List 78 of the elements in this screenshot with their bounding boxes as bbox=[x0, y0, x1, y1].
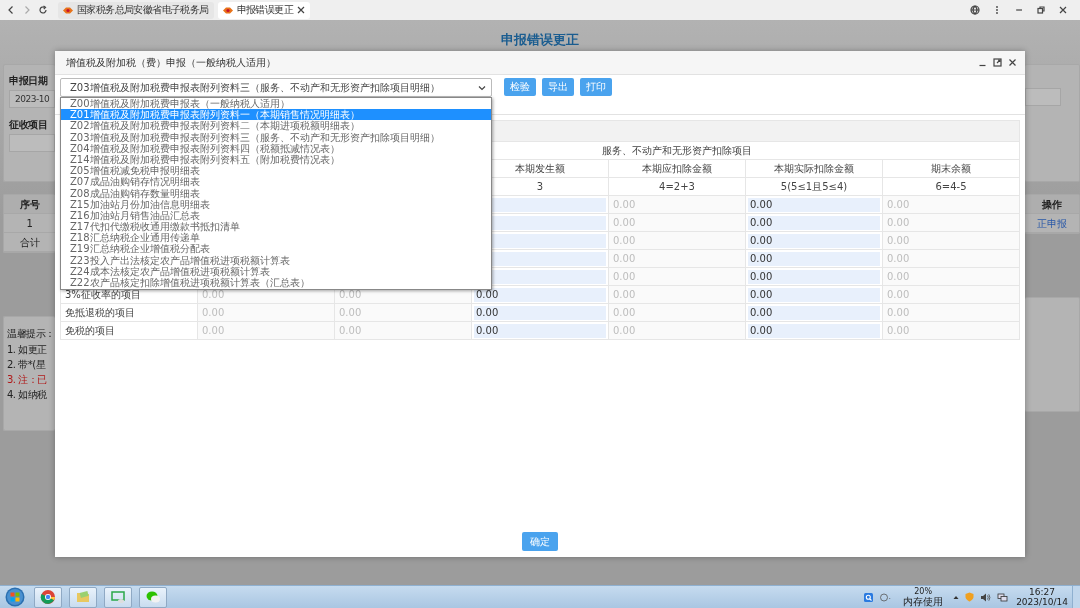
globe-icon[interactable] bbox=[970, 5, 980, 15]
amount-field[interactable]: 0.00 bbox=[748, 233, 880, 248]
monitor-icon bbox=[110, 589, 126, 605]
close-icon[interactable] bbox=[1058, 5, 1068, 15]
tab-title: 申报错误更正 bbox=[236, 3, 293, 17]
amount-field[interactable]: 0.00 bbox=[748, 269, 880, 284]
field-value: 2023-10 bbox=[15, 94, 50, 104]
column-header: 本期应扣除金额 bbox=[608, 159, 746, 178]
tip-text: 4. 如纳税 bbox=[7, 388, 48, 402]
row-label: 免抵退税的项目 bbox=[60, 303, 198, 322]
close-icon[interactable] bbox=[297, 6, 305, 14]
column-header: 序号 bbox=[4, 195, 55, 214]
date-field[interactable] bbox=[1025, 88, 1061, 106]
dropdown-option[interactable]: Z19汇总纳税企业增值税分配表 bbox=[61, 243, 491, 255]
start-orb-icon[interactable] bbox=[5, 587, 25, 607]
field-label: 申报日期 bbox=[9, 74, 49, 88]
dropdown-option[interactable]: Z00增值税及附加税费申报表（一般纳税人适用） bbox=[61, 98, 491, 110]
column-number: 6=4-5 bbox=[882, 177, 1020, 196]
back-icon[interactable] bbox=[6, 5, 16, 15]
column-number: 5(5≤1且5≤4) bbox=[745, 177, 883, 196]
column-number: 4=2+3 bbox=[608, 177, 746, 196]
emblem-icon bbox=[63, 6, 73, 14]
dropdown-option[interactable]: Z03增值税及附加税费申报表附列资料三（服务、不动产和无形资产扣除项目明细） bbox=[61, 131, 491, 143]
dropdown-option[interactable]: Z02增值税及附加税费申报表附列资料二（本期进项税额明细表） bbox=[61, 120, 491, 132]
amount-field[interactable]: 0.00 bbox=[748, 215, 880, 230]
amount-field[interactable]: 0.00 bbox=[474, 305, 606, 320]
restore-icon[interactable] bbox=[1036, 5, 1046, 15]
chat-icon bbox=[145, 589, 161, 605]
dropdown-option[interactable]: Z15加油站月份加油信息明细表 bbox=[61, 198, 491, 210]
date-field[interactable]: 2023-10 bbox=[9, 90, 55, 108]
emblem-icon bbox=[222, 6, 233, 14]
taskbar-app[interactable] bbox=[34, 586, 62, 608]
dropdown-option[interactable]: Z16加油站月销售油品汇总表 bbox=[61, 209, 491, 222]
search-icon[interactable] bbox=[864, 592, 874, 602]
tip-text: 2. 带*(星 bbox=[7, 358, 47, 372]
close-icon[interactable] bbox=[1008, 58, 1017, 67]
memory-percent: 20% bbox=[914, 587, 932, 597]
memory-label: 内存使用 bbox=[903, 597, 944, 607]
taskbar-app[interactable] bbox=[104, 586, 132, 608]
tip-text: 3. 注：已 bbox=[7, 373, 48, 387]
browser-tab[interactable]: 国家税务总局安徽省电子税务局 bbox=[58, 1, 214, 19]
dropdown-option[interactable]: Z18汇总纳税企业通用传递单 bbox=[61, 232, 491, 244]
amount-field[interactable]: 0.00 bbox=[748, 323, 880, 338]
dialog-title: 增值税及附加税（费）申报（一般纳税人适用） bbox=[66, 55, 277, 70]
amount-field[interactable]: 0.00 bbox=[748, 305, 880, 320]
amount-field[interactable]: 0.00 bbox=[748, 287, 880, 302]
taskbar-app[interactable] bbox=[139, 586, 167, 608]
amount-field[interactable]: 0.00 bbox=[474, 287, 606, 302]
taskbar-app[interactable] bbox=[69, 586, 97, 608]
browser-tab[interactable]: 申报错误更正 bbox=[217, 1, 310, 19]
dropdown-option[interactable]: Z23投入产出法核定农产品增值税进项税额计算表 bbox=[61, 254, 491, 266]
tip-text: 温馨提示： bbox=[7, 327, 55, 341]
reload-icon[interactable] bbox=[38, 5, 48, 15]
maximize-icon[interactable] bbox=[993, 58, 1002, 67]
column-header: 本期实际扣除金额 bbox=[745, 159, 883, 178]
speaker-icon[interactable] bbox=[980, 592, 992, 602]
tip-text: 1. 如更正 bbox=[7, 343, 48, 357]
page-title: 申报错误更正 bbox=[500, 32, 580, 48]
tab-title: 国家税务总局安徽省电子税务局 bbox=[77, 3, 209, 17]
form-select[interactable]: Z03增值税及附加税费申报表附列资料三（服务、不动产和无形资产扣除项目明细） bbox=[60, 78, 492, 97]
select-field[interactable] bbox=[9, 134, 55, 152]
clock-date: 2023/10/14 bbox=[1016, 597, 1068, 607]
amount-field[interactable]: 0.00 bbox=[748, 197, 880, 212]
forward-icon[interactable] bbox=[22, 5, 32, 15]
clock-time: 16:27 bbox=[1029, 587, 1056, 597]
amount-field[interactable]: 0.00 bbox=[748, 251, 880, 266]
column-header: 操作 bbox=[1025, 195, 1079, 214]
dropdown-option[interactable]: Z17代扣代缴税收通用缴款书抵扣清单 bbox=[61, 221, 491, 233]
dropdown-option[interactable]: Z24成本法核定农产品增值税进项税额计算表 bbox=[61, 265, 491, 277]
field-label: 征收项目 bbox=[9, 118, 48, 132]
column-header: 期末余额 bbox=[882, 159, 1020, 178]
network-icon[interactable] bbox=[997, 592, 1009, 602]
caret-icon bbox=[478, 84, 486, 91]
caret-up-icon[interactable] bbox=[953, 594, 960, 600]
browser-icon bbox=[40, 589, 56, 605]
folder-icon bbox=[75, 589, 91, 605]
row-label: 免税的项目 bbox=[60, 321, 198, 340]
amount-field[interactable]: 0.00 bbox=[474, 323, 606, 338]
